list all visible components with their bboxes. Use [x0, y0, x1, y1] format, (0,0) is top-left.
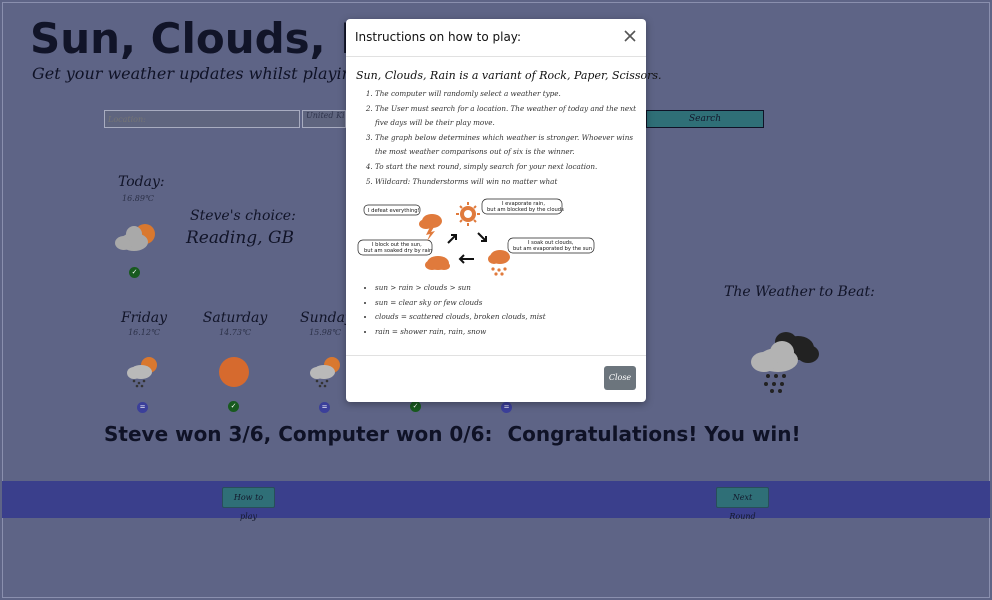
diagram-arrows — [447, 232, 487, 264]
forecast-day-1: Friday 16.12℃ — [114, 310, 174, 337]
forecast-day-3: Sunday 15.98℃ — [300, 310, 350, 337]
bubble-rain-text: but am evaporated by the sun — [513, 246, 592, 252]
bullet-item: rain = shower rain, rain, snow — [375, 325, 615, 340]
today-temp: 16.89℃ — [122, 194, 154, 203]
cloud-diagram-icon — [425, 256, 450, 270]
weather-strength-diagram: I defeat everything! I evaporate rain, b… — [357, 198, 595, 276]
rules-bullets: sun > rain > clouds > sun sun = clear sk… — [375, 281, 615, 339]
cloud-rain-dark-icon — [751, 332, 819, 393]
thunder-cloud-icon — [419, 214, 442, 241]
cloud-sun-icon — [115, 224, 155, 251]
forecast-day-temp: 15.98℃ — [309, 328, 341, 337]
next-round-button[interactable]: Next Round — [716, 487, 769, 521]
close-icon[interactable] — [622, 28, 638, 44]
cloud-speech-bubble: I block out the sun, but am soaked dry b… — [357, 239, 432, 256]
location-input[interactable] — [104, 110, 300, 128]
modal-footer: Close — [346, 355, 646, 402]
bubble-cloud-text: but am soaked dry by rain — [364, 248, 432, 254]
forecast-result-badge: ✓ — [410, 401, 421, 412]
forecast-day-name: Friday — [120, 310, 168, 326]
bullet-item: sun = clear sky or few clouds — [375, 296, 615, 311]
modal-intro: Sun, Clouds, Rain is a variant of Rock, … — [356, 69, 662, 82]
instructions-modal: Instructions on how to play: Sun, Clouds… — [346, 19, 662, 402]
search-button[interactable]: Search — [646, 110, 764, 128]
forecast-day-name: Saturday — [202, 310, 268, 326]
how-to-play-button[interactable]: How to play — [222, 487, 275, 521]
forecast-result-badge: = — [137, 402, 148, 413]
rain-cloud-diagram-icon — [488, 250, 510, 276]
rules-list: The computer will randomly select a weat… — [375, 87, 637, 189]
modal-header: Instructions on how to play: — [346, 19, 646, 57]
rain-speech-bubble: I soak out clouds, but am evaporated by … — [507, 237, 595, 254]
score-text: Steve won 3/6, Computer won 0/6: — [104, 422, 493, 446]
thunder-speech-bubble: I defeat everything! — [363, 204, 421, 216]
score-verdict: Congratulations! You win! — [507, 422, 801, 446]
modal-title: Instructions on how to play: — [355, 30, 522, 44]
forecast-day-temp: 14.73℃ — [219, 328, 251, 337]
rule-item: The graph below determines which weather… — [375, 131, 637, 160]
forecast-result-badge: ✓ — [228, 401, 239, 412]
forecast-day-temp: 16.12℃ — [128, 328, 160, 337]
bubble-sun-text: but am blocked by the clouds — [487, 207, 564, 213]
cloud-sun-rain-icon — [310, 357, 340, 388]
player-choice-label: Steve's choice: — [190, 208, 296, 224]
sun-diagram-icon — [456, 202, 480, 226]
sun-icon — [219, 357, 249, 387]
sun-speech-bubble: I evaporate rain, but am blocked by the … — [481, 198, 564, 215]
forecast-result-badge: = — [319, 402, 330, 413]
rule-item: The computer will randomly select a weat… — [375, 87, 637, 102]
player-location: Reading, GB — [186, 228, 295, 248]
footer-bar — [2, 481, 990, 518]
today-result-badge: ✓ — [129, 267, 140, 278]
forecast-day-name: Sunday — [300, 310, 350, 326]
score-summary: Steve won 3/6, Computer won 0/6: Congrat… — [104, 422, 801, 446]
cloud-sun-rain-icon — [127, 357, 157, 388]
opponent-label: The Weather to Beat: — [724, 284, 875, 300]
rule-item: Wildcard: Thunderstorms will win no matt… — [375, 175, 637, 190]
today-label: Today: — [118, 174, 165, 190]
country-select[interactable]: United Kingdom — [302, 110, 346, 128]
rule-item: To start the next round, simply search f… — [375, 160, 637, 175]
close-button[interactable]: Close — [604, 366, 636, 390]
forecast-result-badge: = — [501, 402, 512, 413]
forecast-day-2: Saturday 14.73℃ — [200, 310, 270, 337]
rule-item: The User must search for a location. The… — [375, 102, 637, 131]
bubble-thunder-text: I defeat everything! — [368, 208, 420, 214]
bullet-item: clouds = scattered clouds, broken clouds… — [375, 310, 615, 325]
bullet-item: sun > rain > clouds > sun — [375, 281, 615, 296]
